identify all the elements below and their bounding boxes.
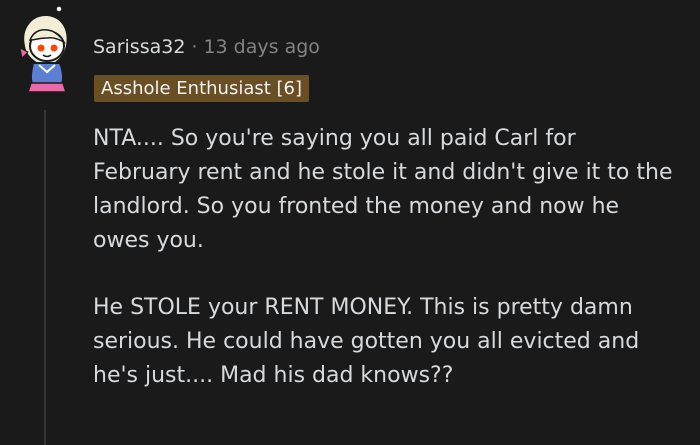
comment-thread-line[interactable] — [44, 110, 46, 445]
meta-separator: · — [191, 36, 198, 58]
comment-meta: Sarissa32 · 13 days ago — [93, 34, 320, 60]
comment-paragraph: He STOLE your RENT MONEY. This is pretty… — [93, 295, 640, 388]
username-link[interactable]: Sarissa32 — [93, 36, 185, 58]
user-flair: Asshole Enthusiast [6] — [94, 75, 310, 102]
user-avatar[interactable] — [16, 6, 74, 96]
comment-timestamp[interactable]: 13 days ago — [203, 36, 319, 58]
comment-paragraph: NTA.... So you're saying you all paid Ca… — [93, 126, 673, 253]
comment: Sarissa32 · 13 days ago Asshole Enthusiast… — [0, 0, 700, 445]
comment-body: NTA.... So you're saying you all paid Ca… — [93, 122, 678, 426]
